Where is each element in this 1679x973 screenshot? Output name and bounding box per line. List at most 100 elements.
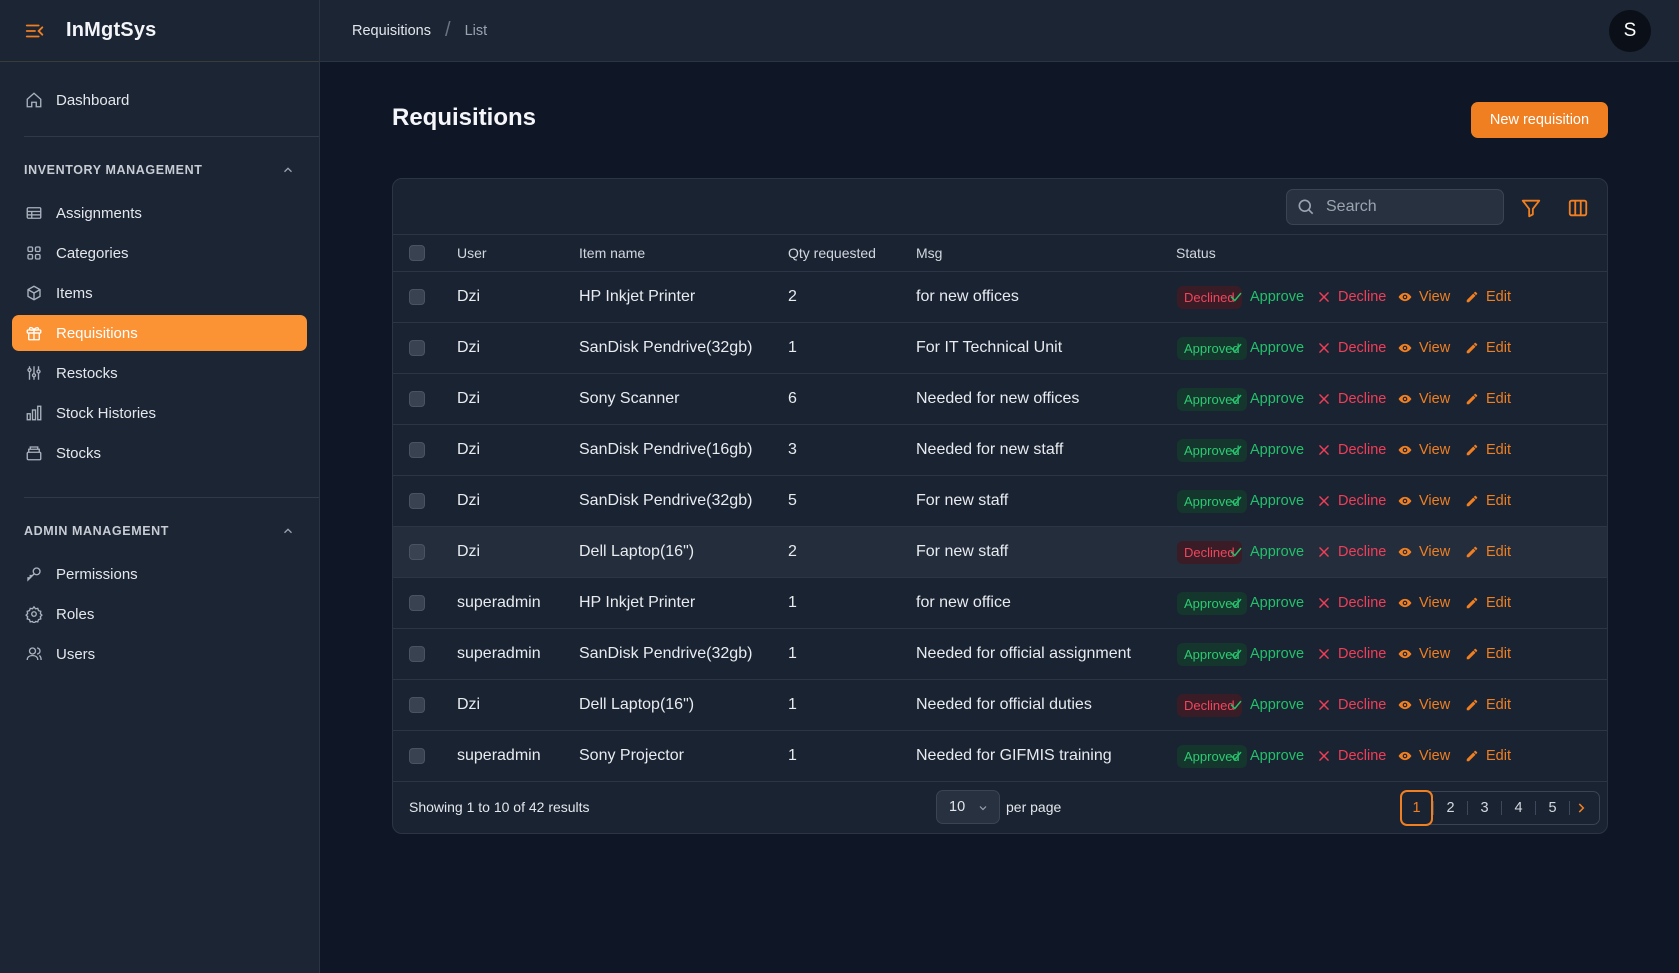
decline-button[interactable]: Decline bbox=[1317, 272, 1386, 322]
avatar[interactable]: S bbox=[1609, 10, 1651, 52]
row-checkbox[interactable] bbox=[409, 697, 425, 713]
approve-button[interactable]: Approve bbox=[1229, 272, 1304, 322]
admin-group-header[interactable]: ADMIN MANAGEMENT bbox=[0, 510, 319, 552]
row-checkbox[interactable] bbox=[409, 748, 425, 764]
approve-button[interactable]: Approve bbox=[1229, 527, 1304, 577]
column-header-item-name[interactable]: Item name bbox=[579, 235, 645, 271]
view-button[interactable]: View bbox=[1398, 425, 1450, 475]
edit-button[interactable]: Edit bbox=[1465, 425, 1511, 475]
per-page-select[interactable]: 10 bbox=[936, 790, 1000, 824]
view-button[interactable]: View bbox=[1398, 578, 1450, 628]
row-checkbox[interactable] bbox=[409, 391, 425, 407]
table-row[interactable]: superadmin SanDisk Pendrive(32gb) 1 Needed … bbox=[393, 629, 1607, 680]
page-button-5[interactable]: 5 bbox=[1536, 792, 1569, 824]
view-button[interactable]: View bbox=[1398, 323, 1450, 373]
sidebar-item-roles[interactable]: Roles bbox=[12, 596, 307, 632]
view-button[interactable]: View bbox=[1398, 680, 1450, 730]
decline-button[interactable]: Decline bbox=[1317, 323, 1386, 373]
row-checkbox[interactable] bbox=[409, 289, 425, 305]
menu-collapse-icon[interactable] bbox=[24, 20, 46, 42]
search-input[interactable] bbox=[1326, 198, 1486, 216]
user-cell: Dzi bbox=[457, 492, 481, 509]
item-name-cell: Dell Laptop(16") bbox=[579, 543, 695, 560]
approve-button[interactable]: Approve bbox=[1229, 323, 1304, 373]
edit-button[interactable]: Edit bbox=[1465, 323, 1511, 373]
sidebar-item-restocks[interactable]: Restocks bbox=[12, 355, 307, 391]
sidebar-item-stocks[interactable]: Stocks bbox=[12, 435, 307, 471]
row-checkbox[interactable] bbox=[409, 595, 425, 611]
edit-button[interactable]: Edit bbox=[1465, 731, 1511, 781]
table-row[interactable]: Dzi SanDisk Pendrive(16gb) 3 Needed for new… bbox=[393, 425, 1607, 476]
column-header-status[interactable]: Status bbox=[1176, 235, 1216, 271]
table-row[interactable]: superadmin Sony Projector 1 Needed for GIFM… bbox=[393, 731, 1607, 782]
view-button[interactable]: View bbox=[1398, 527, 1450, 577]
table-row[interactable]: Dzi Dell Laptop(16") 1 Needed for official … bbox=[393, 680, 1607, 731]
decline-button[interactable]: Decline bbox=[1317, 374, 1386, 424]
edit-button[interactable]: Edit bbox=[1465, 476, 1511, 526]
edit-button[interactable]: Edit bbox=[1465, 272, 1511, 322]
sidebar-item-items[interactable]: Items bbox=[12, 275, 307, 311]
approve-button[interactable]: Approve bbox=[1229, 629, 1304, 679]
row-checkbox[interactable] bbox=[409, 442, 425, 458]
sidebar-item-users[interactable]: Users bbox=[12, 636, 307, 672]
row-checkbox[interactable] bbox=[409, 646, 425, 662]
sidebar-item-stock-histories[interactable]: Stock Histories bbox=[12, 395, 307, 431]
columns-icon[interactable] bbox=[1567, 197, 1589, 219]
table-row[interactable]: Dzi SanDisk Pendrive(32gb) 5 For new staff A… bbox=[393, 476, 1607, 527]
decline-button[interactable]: Decline bbox=[1317, 578, 1386, 628]
column-header-msg[interactable]: Msg bbox=[916, 235, 942, 271]
page-button-2[interactable]: 2 bbox=[1434, 792, 1467, 824]
row-checkbox[interactable] bbox=[409, 544, 425, 560]
filter-icon[interactable] bbox=[1520, 197, 1542, 219]
table-row[interactable]: superadmin HP Inkjet Printer 1 for new offi… bbox=[393, 578, 1607, 629]
table-row[interactable]: Dzi SanDisk Pendrive(32gb) 1 For IT Technic… bbox=[393, 323, 1607, 374]
search-box[interactable] bbox=[1286, 189, 1504, 225]
qty-cell: 1 bbox=[788, 594, 797, 611]
approve-button[interactable]: Approve bbox=[1229, 374, 1304, 424]
table-row[interactable]: Dzi Sony Scanner 6 Needed for new offices Ap… bbox=[393, 374, 1607, 425]
sidebar-item-dashboard[interactable]: Dashboard bbox=[12, 82, 307, 118]
edit-button[interactable]: Edit bbox=[1465, 629, 1511, 679]
decline-button[interactable]: Decline bbox=[1317, 680, 1386, 730]
page-button-1[interactable]: 1 bbox=[1400, 790, 1433, 826]
decline-button[interactable]: Decline bbox=[1317, 476, 1386, 526]
cube-icon bbox=[24, 283, 44, 303]
edit-button[interactable]: Edit bbox=[1465, 578, 1511, 628]
approve-button[interactable]: Approve bbox=[1229, 731, 1304, 781]
approve-button[interactable]: Approve bbox=[1229, 425, 1304, 475]
sidebar-item-categories[interactable]: Categories bbox=[12, 235, 307, 271]
table-row[interactable]: Dzi HP Inkjet Printer 2 for new offices Decl… bbox=[393, 272, 1607, 323]
page-button-3[interactable]: 3 bbox=[1468, 792, 1501, 824]
view-button[interactable]: View bbox=[1398, 476, 1450, 526]
view-button[interactable]: View bbox=[1398, 731, 1450, 781]
row-checkbox[interactable] bbox=[409, 340, 425, 356]
view-button[interactable]: View bbox=[1398, 374, 1450, 424]
decline-button[interactable]: Decline bbox=[1317, 527, 1386, 577]
decline-button[interactable]: Decline bbox=[1317, 731, 1386, 781]
edit-button[interactable]: Edit bbox=[1465, 680, 1511, 730]
inventory-group-header[interactable]: INVENTORY MANAGEMENT bbox=[0, 149, 319, 191]
table-row[interactable]: Dzi Dell Laptop(16") 2 For new staff Decline… bbox=[393, 527, 1607, 578]
sidebar-item-requisitions[interactable]: Requisitions bbox=[12, 315, 307, 351]
decline-button[interactable]: Decline bbox=[1317, 629, 1386, 679]
approve-button[interactable]: Approve bbox=[1229, 680, 1304, 730]
edit-button[interactable]: Edit bbox=[1465, 374, 1511, 424]
page-button-4[interactable]: 4 bbox=[1502, 792, 1535, 824]
select-all-checkbox[interactable] bbox=[409, 245, 425, 261]
breadcrumb-requisitions[interactable]: Requisitions bbox=[352, 23, 431, 39]
qty-cell: 1 bbox=[788, 339, 797, 356]
view-button[interactable]: View bbox=[1398, 272, 1450, 322]
view-button[interactable]: View bbox=[1398, 629, 1450, 679]
sidebar-item-permissions[interactable]: Permissions bbox=[12, 556, 307, 592]
decline-button[interactable]: Decline bbox=[1317, 425, 1386, 475]
action-label: Decline bbox=[1338, 493, 1387, 509]
approve-button[interactable]: Approve bbox=[1229, 578, 1304, 628]
approve-button[interactable]: Approve bbox=[1229, 476, 1304, 526]
new-requisition-button[interactable]: New requisition bbox=[1471, 102, 1608, 138]
row-checkbox[interactable] bbox=[409, 493, 425, 509]
column-header-qty[interactable]: Qty requested bbox=[788, 235, 876, 271]
column-header-user[interactable]: User bbox=[457, 235, 487, 271]
edit-button[interactable]: Edit bbox=[1465, 527, 1511, 577]
sidebar-item-assignments[interactable]: Assignments bbox=[12, 195, 307, 231]
chevron-right-icon[interactable] bbox=[1570, 792, 1592, 824]
